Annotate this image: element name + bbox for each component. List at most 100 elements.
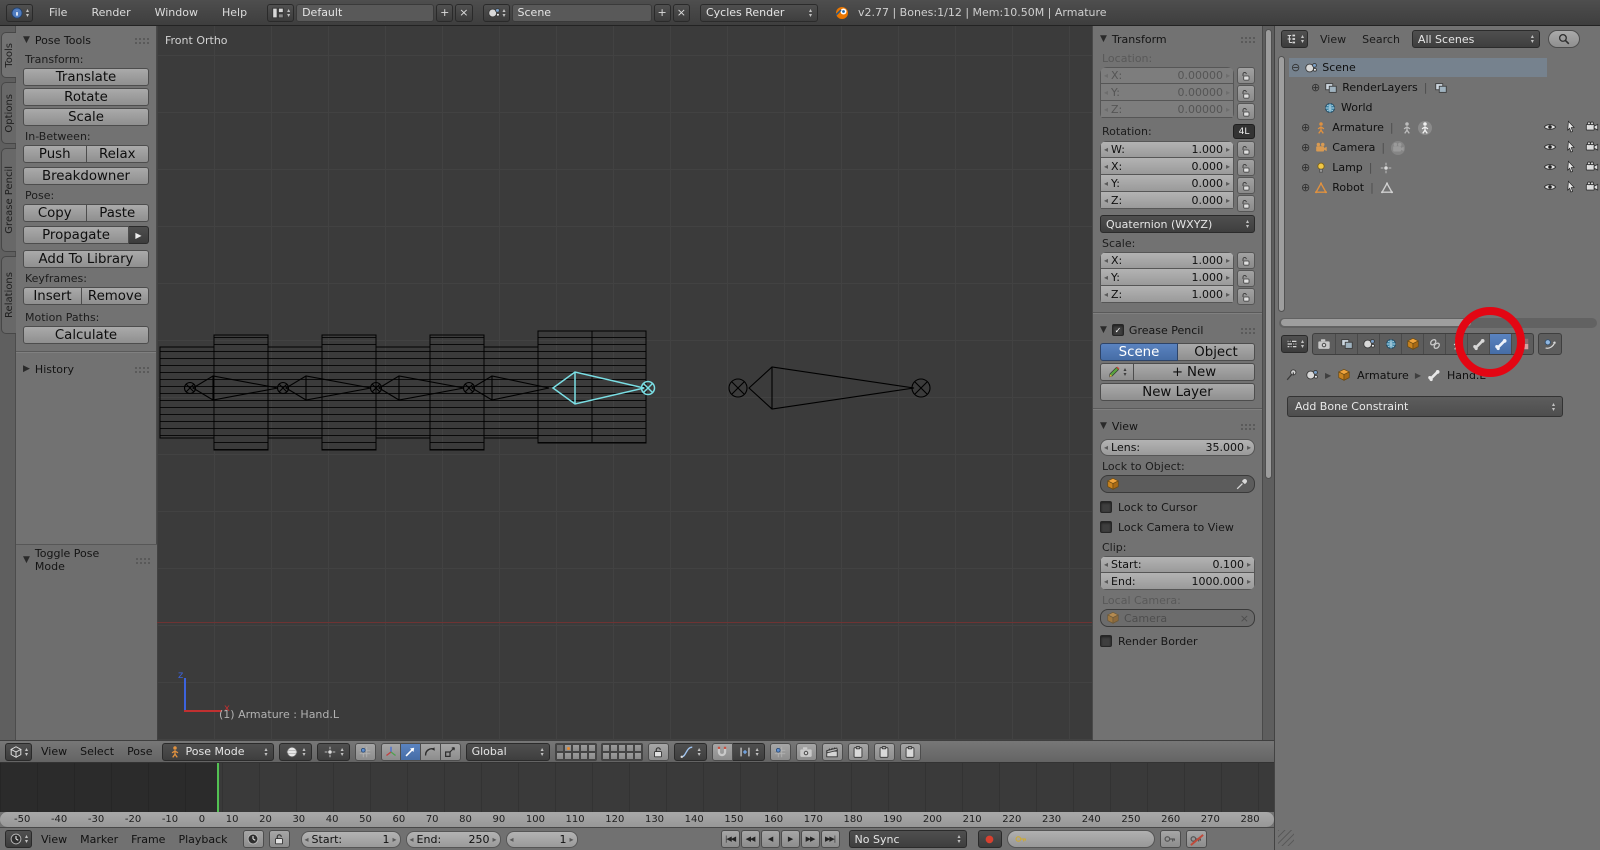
shelf-tab-tools[interactable]: Tools: [1, 32, 16, 78]
scale-y-field[interactable]: ◂ Y: 1.000 ▸: [1100, 269, 1234, 286]
screen-layout-field[interactable]: Default: [296, 3, 435, 22]
paste-pose-button[interactable]: Paste: [86, 204, 149, 222]
menu-render[interactable]: Render: [87, 6, 134, 19]
propagate-button[interactable]: Propagate: [23, 226, 129, 244]
clip-start-field[interactable]: ◂ Start: 0.100 ▸: [1100, 556, 1255, 573]
lock-scale-y-button[interactable]: [1237, 270, 1255, 287]
clip-end-field[interactable]: ◂ End: 1000.000 ▸: [1100, 573, 1255, 590]
eye-icon[interactable]: [1543, 160, 1557, 174]
view3d-menu-view[interactable]: View: [37, 745, 71, 758]
paste-flipped-pose-button[interactable]: [899, 742, 921, 761]
layer-cell[interactable]: [609, 743, 618, 752]
lock-to-cursor-checkbox[interactable]: ✓: [1100, 501, 1112, 513]
render-toggle-camera-icon[interactable]: [1585, 140, 1599, 154]
armature-toggles[interactable]: [1543, 120, 1599, 134]
layer-cell[interactable]: [609, 751, 618, 760]
layer-cell[interactable]: [555, 751, 564, 760]
add-scene-button[interactable]: +: [653, 3, 671, 22]
gp-source-object-button[interactable]: Object: [1178, 343, 1255, 361]
lock-rotation-x-button[interactable]: [1237, 159, 1255, 176]
lock-location-y-button[interactable]: [1237, 85, 1255, 102]
opengl-render-anim-button[interactable]: [821, 742, 843, 761]
outliner-row-scene[interactable]: ⊖ Scene: [1291, 58, 1356, 77]
panel-grip[interactable]: [134, 36, 149, 44]
render-border-checkbox[interactable]: ✓: [1100, 635, 1112, 647]
insert-keyframe-button[interactable]: Insert: [23, 287, 82, 305]
jump-to-end-button[interactable]: ▶▶|: [820, 830, 840, 848]
lock-to-scene-toggle[interactable]: [647, 742, 669, 761]
push-button[interactable]: Push: [23, 145, 87, 163]
shelf-tab-options[interactable]: Options: [1, 82, 16, 144]
render-toggle-camera-icon[interactable]: [1585, 160, 1599, 174]
render-engine-dropdown[interactable]: Cycles Render ▴ ▾: [699, 3, 818, 22]
close-layout-button[interactable]: ×: [455, 3, 473, 22]
tab-scene[interactable]: [1357, 334, 1379, 354]
lock-rotation-w-button[interactable]: [1237, 141, 1255, 158]
outliner-scrollbar[interactable]: [1278, 56, 1285, 312]
manipulator-axis-toggle[interactable]: [380, 742, 401, 761]
viewport-shading-dropdown[interactable]: ▴ ▾: [278, 742, 312, 761]
add-layout-button[interactable]: +: [436, 3, 454, 22]
jump-to-start-button[interactable]: |◀◀: [720, 830, 740, 848]
layer-cell[interactable]: [571, 751, 580, 760]
eye-icon[interactable]: [1543, 140, 1557, 154]
shelf-tab-grease-pencil[interactable]: Grease Pencil: [1, 148, 16, 252]
layer-cell[interactable]: [617, 751, 626, 760]
panel-grip[interactable]: [134, 365, 149, 373]
layer-cell[interactable]: [633, 751, 642, 760]
render-border-row[interactable]: ✓ Render Border: [1100, 631, 1255, 651]
layer-cell[interactable]: [601, 751, 610, 760]
add-bone-constraint-dropdown[interactable]: Add Bone Constraint ▴ ▾: [1287, 396, 1563, 417]
layers-widget[interactable]: [554, 742, 643, 761]
breakdowner-button[interactable]: Breakdowner: [23, 167, 149, 185]
breadcrumb-object[interactable]: Armature: [1357, 369, 1409, 382]
layer-cell[interactable]: [563, 743, 572, 752]
tree-closed-icon[interactable]: ⊕: [1301, 122, 1310, 133]
lock-to-object-field[interactable]: [1100, 475, 1255, 493]
editor-type-button-3dview[interactable]: ▴ ▾: [5, 742, 33, 761]
menu-help[interactable]: Help: [218, 6, 251, 19]
tree-closed-icon[interactable]: ⊕: [1301, 142, 1310, 153]
play-reverse-button[interactable]: ◀: [760, 830, 780, 848]
layer-cell[interactable]: [601, 743, 610, 752]
propagate-options-button[interactable]: ▶: [129, 226, 149, 244]
view3d-menu-select[interactable]: Select: [76, 745, 118, 758]
frame-end-field[interactable]: ◂ End: 250 ▸: [405, 830, 501, 848]
calculate-button[interactable]: Calculate: [23, 326, 149, 344]
snap-target-button[interactable]: [769, 742, 791, 761]
grease-pencil-checkbox[interactable]: ✓: [1111, 324, 1124, 336]
layer-cell[interactable]: [579, 743, 588, 752]
panel-grip[interactable]: [1240, 326, 1255, 334]
layer-cell[interactable]: [563, 751, 572, 760]
history-panel-header[interactable]: ▶ History: [23, 360, 149, 378]
outliner-row-world[interactable]: World: [1323, 98, 1373, 117]
lock-location-x-button[interactable]: [1237, 67, 1255, 84]
tab-armature-data[interactable]: [1445, 334, 1467, 354]
outliner-filter-dropdown[interactable]: All Scenes ▴ ▾: [1411, 30, 1540, 48]
rotate-button[interactable]: Rotate: [23, 88, 149, 106]
grease-pencil-panel-header[interactable]: ▼ ✓ Grease Pencil: [1100, 321, 1255, 339]
next-keyframe-button[interactable]: ▶▶: [800, 830, 820, 848]
add-to-library-button[interactable]: Add To Library: [23, 250, 149, 268]
pin-icon[interactable]: [1285, 368, 1299, 382]
tab-world[interactable]: [1379, 334, 1401, 354]
layer-cell[interactable]: [625, 751, 634, 760]
outliner-horizontal-scrollbar[interactable]: [1279, 318, 1597, 328]
tree-open-icon[interactable]: ⊖: [1291, 62, 1300, 73]
copy-pose-button[interactable]: Copy: [23, 204, 87, 222]
rotation-mode-dropdown[interactable]: Quaternion (WXYZ) ▴ ▾: [1100, 215, 1255, 233]
outliner-row-armature[interactable]: ⊕ Armature |: [1301, 118, 1432, 137]
rotation-4l-lock-button[interactable]: 4L: [1233, 124, 1255, 139]
rotation-z-field[interactable]: ◂ Z: 0.000 ▸: [1100, 192, 1234, 209]
panel-grip[interactable]: [1240, 35, 1255, 43]
rotation-w-field[interactable]: ◂ W: 1.000 ▸: [1100, 141, 1234, 158]
timeline-canvas[interactable]: [0, 763, 1274, 812]
outliner-search-button[interactable]: [1547, 30, 1580, 48]
screen-layout-icon-button[interactable]: ▴ ▾: [267, 3, 295, 22]
render-toggle-camera-icon[interactable]: [1585, 120, 1599, 134]
pivot-point-dropdown[interactable]: ▴ ▾: [316, 742, 350, 761]
eyedropper-icon[interactable]: [1235, 477, 1249, 491]
current-frame-field[interactable]: ◂ 1 ▸: [505, 830, 578, 848]
outliner-row-lamp[interactable]: ⊕ Lamp |: [1301, 158, 1393, 177]
frame-start-field[interactable]: ◂ Start: 1 ▸: [300, 830, 401, 848]
